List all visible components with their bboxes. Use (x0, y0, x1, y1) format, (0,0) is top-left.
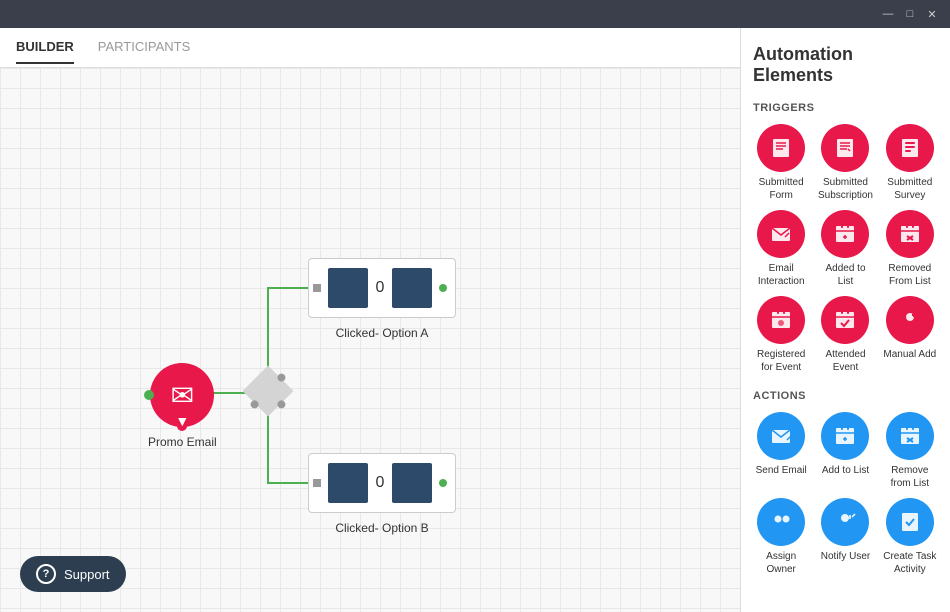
diamond-dot-top (276, 372, 287, 383)
email-interaction-label: Email Interaction (753, 262, 809, 288)
trigger-submitted-survey[interactable]: Submitted Survey (882, 124, 938, 202)
option-b-right-seg (392, 463, 432, 503)
nav-tabs: BUILDER PARTICIPANTS (0, 28, 740, 68)
option-b-left-seg (328, 463, 368, 503)
removed-from-list-icon (886, 210, 934, 258)
action-notify-user[interactable]: Notify User (817, 498, 873, 576)
minimize-button[interactable]: — (878, 4, 898, 24)
send-email-icon (757, 412, 805, 460)
sidebar-title: Automation Elements (753, 44, 938, 86)
maximize-button[interactable]: □ (900, 4, 920, 24)
trigger-registered-for-event[interactable]: Registered for Event (753, 296, 809, 374)
action-assign-owner[interactable]: Assign Owner (753, 498, 809, 576)
action-add-to-list[interactable]: Add to List (817, 412, 873, 490)
email-interaction-icon (757, 210, 805, 258)
trigger-removed-from-list[interactable]: Removed From List (882, 210, 938, 288)
action-remove-from-list[interactable]: Remove from List (882, 412, 938, 490)
notify-user-icon (821, 498, 869, 546)
email-node-icon: ✉ ▼ (150, 363, 214, 427)
canvas-area: BUILDER PARTICIPANTS (0, 28, 740, 612)
trigger-manual-add[interactable]: Manual Add (882, 296, 938, 374)
actions-section-label: ACTIONS (753, 390, 938, 402)
actions-grid: Send Email Add to List Remove from List … (753, 412, 938, 576)
add-to-list-label: Add to List (822, 464, 869, 477)
trigger-submitted-form[interactable]: Submitted Form (753, 124, 809, 202)
option-a-left-seg (328, 268, 368, 308)
tab-builder[interactable]: BUILDER (16, 31, 74, 64)
attended-event-icon (821, 296, 869, 344)
decision-diamond[interactable] (243, 366, 294, 417)
support-label: Support (64, 567, 110, 582)
removed-from-list-label: Removed From List (882, 262, 938, 288)
submitted-subscription-icon (821, 124, 869, 172)
option-b-count: 0 (376, 474, 385, 492)
title-bar: — □ ✕ (0, 0, 950, 28)
automation-elements-sidebar: Automation Elements TRIGGERS Submitted F… (740, 28, 950, 612)
trigger-submitted-subscription[interactable]: Submitted Subscription (817, 124, 873, 202)
option-box-b[interactable]: 0 (308, 453, 456, 513)
option-a-right-seg (392, 268, 432, 308)
manual-add-icon (886, 296, 934, 344)
remove-from-list-label: Remove from List (882, 464, 938, 490)
output-dot-left (144, 390, 154, 400)
submitted-survey-icon (886, 124, 934, 172)
registered-for-event-label: Registered for Event (753, 348, 809, 374)
option-box-a[interactable]: 0 (308, 258, 456, 318)
trigger-attended-event[interactable]: Attended Event (817, 296, 873, 374)
close-button[interactable]: ✕ (922, 4, 942, 24)
triggers-section-label: TRIGGERS (753, 102, 938, 114)
app-body: BUILDER PARTICIPANTS (0, 28, 950, 612)
create-task-activity-label: Create Task Activity (882, 550, 938, 576)
submitted-survey-label: Submitted Survey (882, 176, 938, 202)
canvas[interactable]: ✉ ▼ Promo Email 0 Clicked- Option (0, 68, 740, 612)
trigger-added-to-list[interactable]: Added to List (817, 210, 873, 288)
assign-owner-label: Assign Owner (753, 550, 809, 576)
added-to-list-label: Added to List (817, 262, 873, 288)
submitted-form-label: Submitted Form (753, 176, 809, 202)
option-b-right-dot (439, 479, 447, 487)
option-a-left-dot (313, 284, 321, 292)
tab-participants[interactable]: PARTICIPANTS (98, 31, 190, 64)
submitted-form-icon (757, 124, 805, 172)
added-to-list-icon (821, 210, 869, 258)
option-a-label: Clicked- Option A (308, 326, 456, 340)
attended-event-label: Attended Event (817, 348, 873, 374)
submitted-subscription-label: Submitted Subscription (817, 176, 873, 202)
option-a-count: 0 (376, 279, 385, 297)
diamond-dot-right (276, 399, 287, 410)
email-node-label: Promo Email (148, 435, 217, 449)
action-send-email[interactable]: Send Email (753, 412, 809, 490)
diamond-dot-bottom (249, 399, 260, 410)
assign-owner-icon (757, 498, 805, 546)
notify-user-label: Notify User (821, 550, 870, 563)
action-create-task-activity[interactable]: Create Task Activity (882, 498, 938, 576)
support-button[interactable]: ? Support (20, 556, 126, 592)
trigger-email-interaction[interactable]: Email Interaction (753, 210, 809, 288)
option-b-left-dot (313, 479, 321, 487)
remove-from-list-icon (886, 412, 934, 460)
option-b-label: Clicked- Option B (308, 521, 456, 535)
registered-for-event-icon (757, 296, 805, 344)
add-to-list-icon (821, 412, 869, 460)
triggers-grid: Submitted Form Submitted Subscription Su… (753, 124, 938, 374)
send-email-label: Send Email (756, 464, 807, 477)
manual-add-label: Manual Add (883, 348, 936, 361)
support-icon: ? (36, 564, 56, 584)
email-node[interactable]: ✉ ▼ Promo Email (148, 363, 217, 449)
option-a-right-dot (439, 284, 447, 292)
create-task-activity-icon (886, 498, 934, 546)
